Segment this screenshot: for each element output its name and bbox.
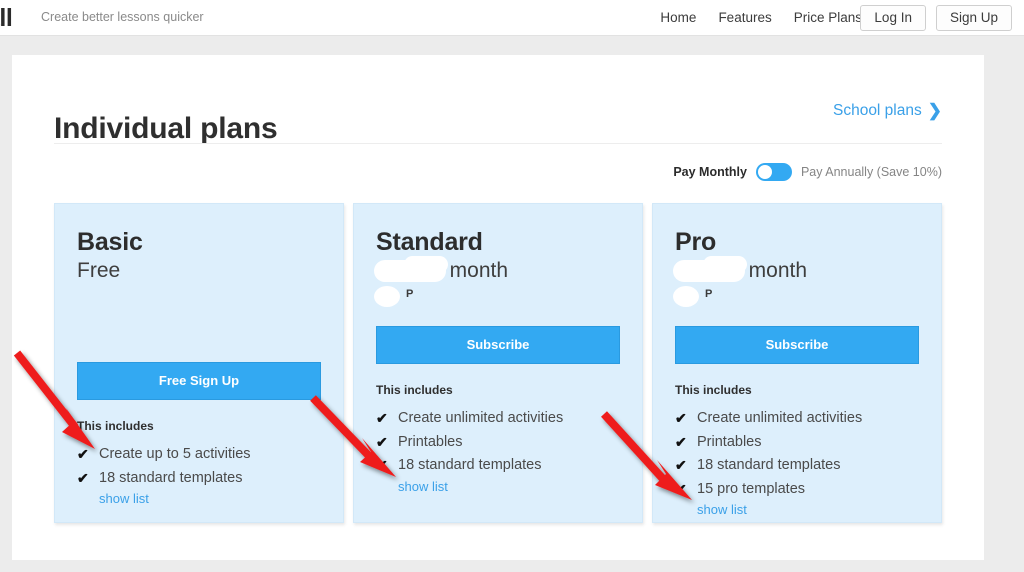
feature-label: Create unlimited activities: [398, 410, 564, 427]
check-icon: ✔: [376, 433, 388, 450]
check-icon: ✔: [376, 410, 388, 427]
plan-name-basic: Basic: [77, 228, 143, 256]
includes-label-pro: This includes: [675, 383, 752, 398]
feature-label: Printables: [398, 433, 463, 450]
plan-subnote-standard: P: [376, 288, 620, 304]
nav-link-price-plans[interactable]: Price Plans: [794, 10, 862, 25]
plan-subnote-text-pro: P: [705, 288, 713, 301]
check-icon: ✔: [77, 446, 89, 463]
feature-label: Create up to 5 activities: [99, 446, 251, 463]
plan-name-pro: Pro: [675, 228, 717, 256]
price-redaction-blob: [404, 256, 448, 273]
log-in-button[interactable]: Log In: [860, 5, 926, 31]
top-navigation-bar: all Create better lessons quicker Home F…: [0, 0, 1024, 36]
plan-subnote-text-standard: P: [406, 288, 414, 301]
plan-subnote-pro: P: [675, 288, 919, 304]
plan-name-standard: Standard: [376, 228, 483, 256]
pay-annually-label[interactable]: Pay Annually (Save 10%): [801, 165, 942, 179]
page-content-panel: Individual plans School plans ❯ Pay Mont…: [12, 55, 984, 560]
plan-price-period-pro: / month: [737, 259, 808, 282]
pay-monthly-label[interactable]: Pay Monthly: [673, 165, 747, 179]
feature-label: 18 standard templates: [99, 469, 243, 486]
plan-card-basic: Basic Free Free Sign Up This includes ✔ …: [54, 203, 344, 523]
feature-item: ✔ 18 standard templates: [376, 454, 620, 477]
feature-item: ✔ 18 standard templates: [675, 454, 919, 477]
feature-label: 15 pro templates: [697, 480, 806, 497]
title-divider: [54, 143, 942, 144]
main-nav-links: Home Features Price Plans: [660, 10, 862, 25]
includes-label-basic: This includes: [77, 419, 154, 434]
subscribe-button-pro[interactable]: Subscribe: [675, 326, 919, 365]
subnote-redaction-blob: [374, 286, 400, 307]
show-list-link-basic[interactable]: show list: [99, 491, 149, 506]
sign-up-button[interactable]: Sign Up: [935, 5, 1012, 31]
school-plans-label: School plans: [832, 102, 922, 119]
feature-item: ✔ 18 standard templates: [77, 467, 321, 490]
check-icon: ✔: [675, 480, 687, 497]
school-plans-link[interactable]: School plans ❯: [833, 102, 942, 120]
nav-link-home[interactable]: Home: [660, 10, 696, 25]
check-icon: ✔: [675, 410, 687, 427]
feature-item: ✔ 15 pro templates: [675, 478, 919, 501]
feature-label: 18 standard templates: [398, 457, 542, 474]
check-icon: ✔: [675, 433, 687, 450]
site-logo[interactable]: all: [0, 2, 13, 34]
feature-item: ✔ Printables: [376, 431, 620, 454]
feature-list-standard: ✔ Create unlimited activities ✔ Printabl…: [376, 407, 620, 477]
subscribe-button-standard[interactable]: Subscribe: [376, 326, 620, 365]
subnote-redaction-blob: [673, 286, 699, 307]
page-title: Individual plans: [54, 112, 278, 146]
feature-list-basic: ✔ Create up to 5 activities ✔ 18 standar…: [77, 443, 321, 490]
feature-label: 18 standard templates: [697, 457, 841, 474]
plan-cards-row: Basic Free Free Sign Up This includes ✔ …: [54, 203, 942, 523]
feature-item: ✔ Create up to 5 activities: [77, 443, 321, 466]
feature-item: ✔ Printables: [675, 431, 919, 454]
check-icon: ✔: [77, 469, 89, 486]
plan-card-pro: Pro / month P Subscribe This includes ✔ …: [652, 203, 942, 523]
feature-item: ✔ Create unlimited activities: [675, 407, 919, 430]
chevron-right-icon: ❯: [927, 100, 942, 120]
feature-label: Printables: [697, 433, 762, 450]
feature-label: Create unlimited activities: [697, 410, 863, 427]
free-sign-up-button[interactable]: Free Sign Up: [77, 362, 321, 401]
show-list-link-pro[interactable]: show list: [697, 502, 747, 517]
switch-knob: [757, 165, 772, 179]
check-icon: ✔: [675, 457, 687, 474]
feature-list-pro: ✔ Create unlimited activities ✔ Printabl…: [675, 407, 919, 501]
show-list-link-standard[interactable]: show list: [398, 479, 448, 494]
billing-period-toggle-group: Pay Monthly Pay Annually (Save 10%): [673, 163, 942, 181]
nav-link-features[interactable]: Features: [718, 10, 771, 25]
plan-price-period-standard: / month: [438, 259, 509, 282]
site-tagline: Create better lessons quicker: [41, 10, 204, 24]
check-icon: ✔: [376, 457, 388, 474]
plan-card-standard: Standard / month P Subscribe This includ…: [353, 203, 643, 523]
includes-label-standard: This includes: [376, 383, 453, 398]
price-redaction-blob: [703, 256, 747, 273]
feature-item: ✔ Create unlimited activities: [376, 407, 620, 430]
billing-period-switch[interactable]: [755, 163, 792, 181]
plan-price-basic: Free: [77, 259, 121, 282]
auth-buttons: Log In Sign Up: [860, 5, 1012, 31]
